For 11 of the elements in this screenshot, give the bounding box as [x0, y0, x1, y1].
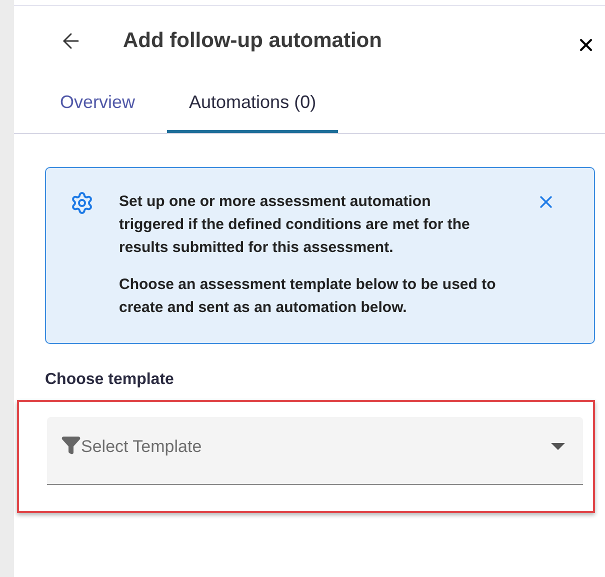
- panel-title: Add follow-up automation: [123, 28, 382, 54]
- tab[interactable]: Overview: [48, 89, 148, 133]
- filter-icon: [61, 435, 81, 455]
- field-label: Choose template: [45, 370, 175, 390]
- template-select[interactable]: Select Template: [47, 417, 583, 485]
- gear-icon: [70, 191, 94, 215]
- dropdown-caret-icon: [551, 443, 565, 450]
- tab[interactable]: Automations (0): [167, 89, 338, 133]
- select-placeholder: Select Template: [81, 436, 202, 458]
- info-text: Choose an assessment template below to be used to create and sent as an automation below.: [119, 275, 497, 318]
- info-text: Set up one or more assessment automation triggered if the defined conditions are met for the results submitted for this assessment.: [119, 192, 471, 258]
